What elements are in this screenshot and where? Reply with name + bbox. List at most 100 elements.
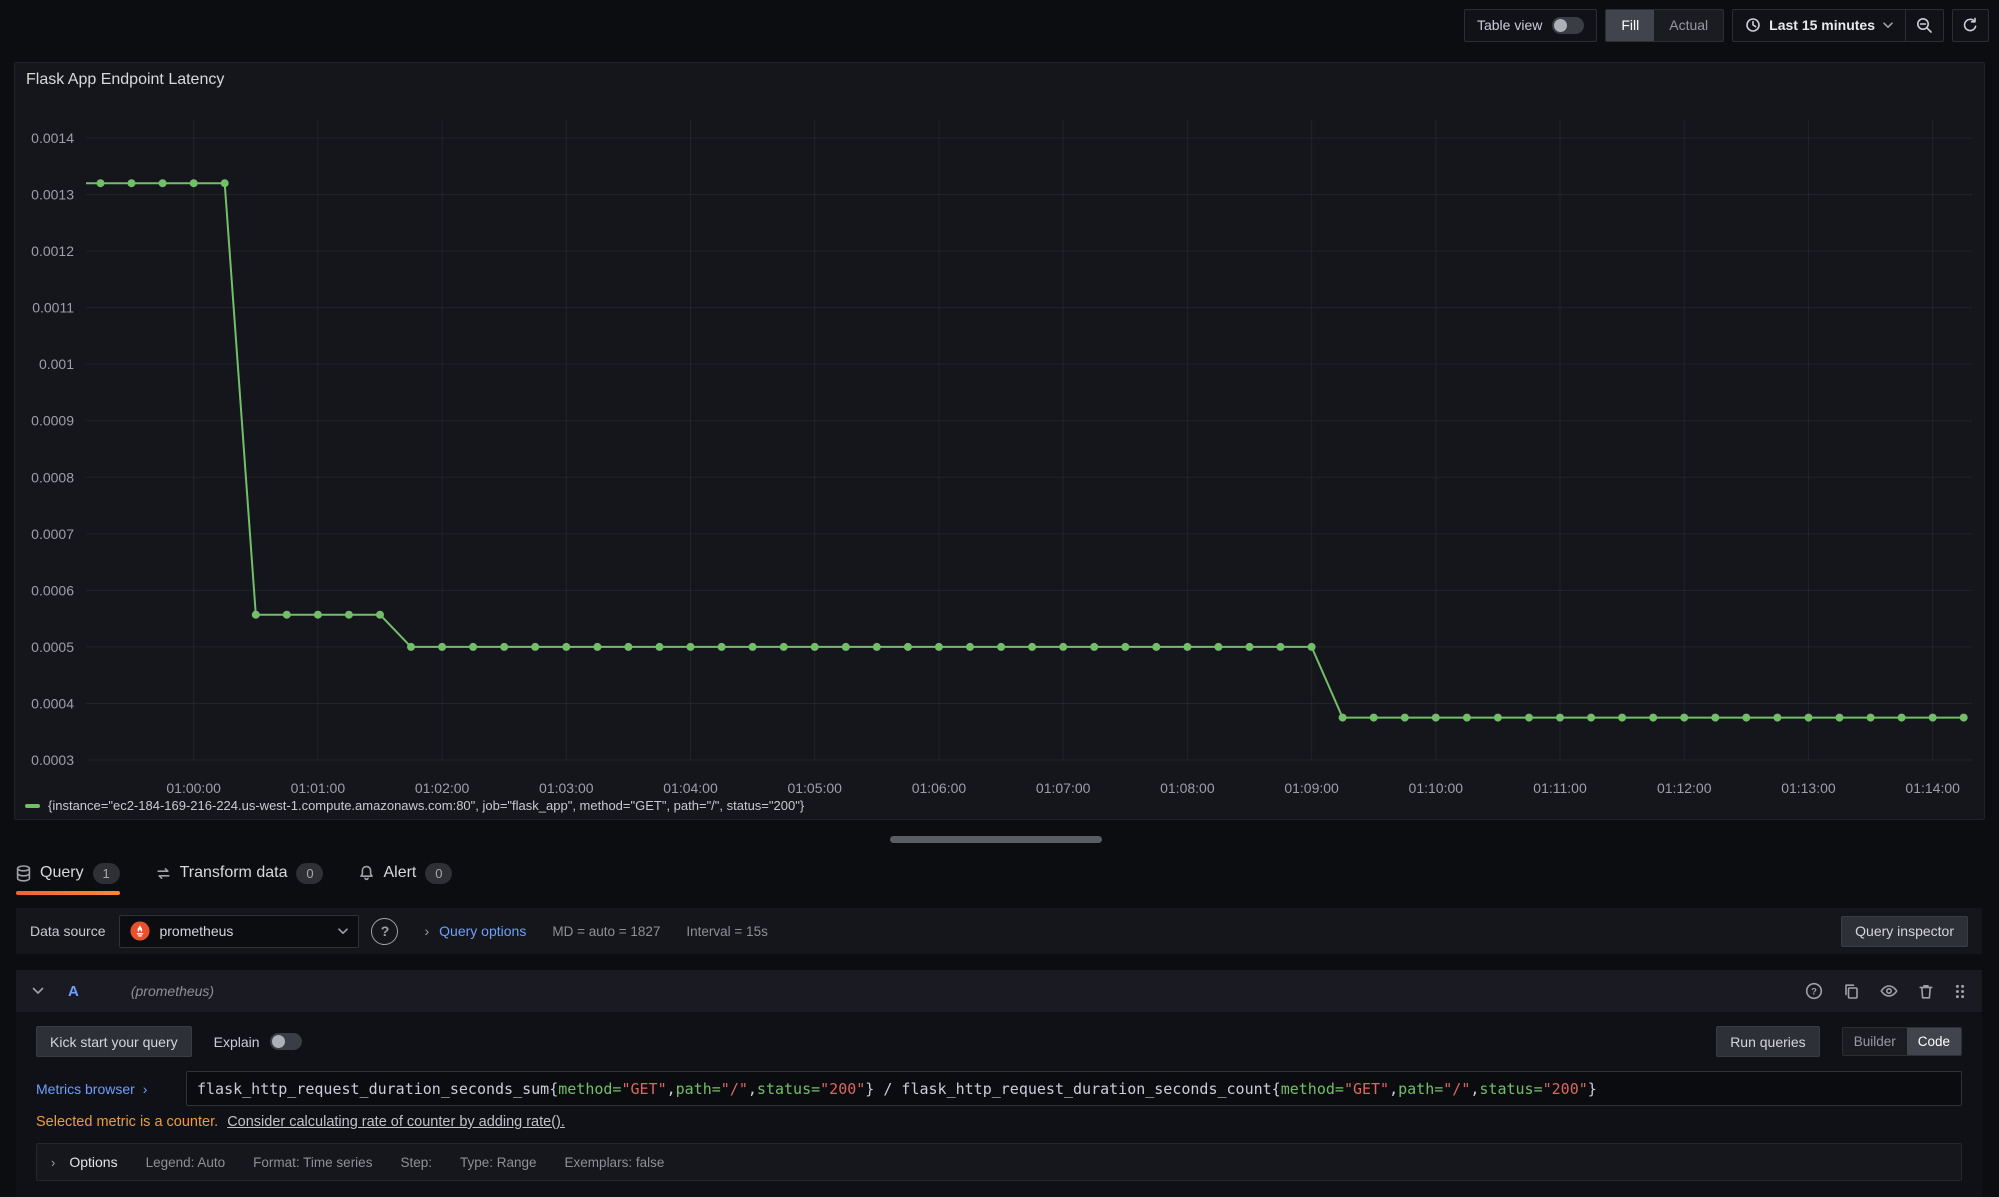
svg-text:0.0011: 0.0011 bbox=[32, 300, 74, 316]
kick-start-query-button[interactable]: Kick start your query bbox=[36, 1026, 192, 1057]
chevron-down-icon bbox=[338, 928, 348, 935]
zoom-out-button[interactable] bbox=[1905, 10, 1943, 41]
tab-alert[interactable]: Alert 0 bbox=[359, 853, 452, 893]
option-format: Format: Time series bbox=[253, 1155, 372, 1170]
help-icon: ? bbox=[1805, 982, 1823, 1000]
add-rate-hint-link[interactable]: Consider calculating rate of counter by … bbox=[227, 1114, 565, 1130]
query-inspector-button[interactable]: Query inspector bbox=[1841, 916, 1968, 947]
chevron-right-icon: › bbox=[424, 923, 429, 939]
table-view-group: Table view bbox=[1464, 9, 1597, 42]
svg-text:0.0009: 0.0009 bbox=[31, 413, 74, 429]
toggle-knob bbox=[1554, 19, 1567, 32]
builder-button[interactable]: Builder bbox=[1843, 1028, 1907, 1055]
clock-icon bbox=[1745, 17, 1761, 33]
tab-alert-label: Alert bbox=[383, 864, 416, 882]
time-range-button[interactable]: Last 15 minutes bbox=[1733, 10, 1905, 41]
refresh-icon bbox=[1962, 17, 1979, 34]
refresh-button[interactable] bbox=[1952, 9, 1989, 42]
svg-text:0.0006: 0.0006 bbox=[31, 582, 74, 598]
table-view-toggle[interactable] bbox=[1552, 17, 1584, 34]
svg-text:0.001: 0.001 bbox=[39, 356, 74, 372]
query-row-header: A (prometheus) ? bbox=[16, 970, 1982, 1012]
query-editor-section: A (prometheus) ? Kick start your query bbox=[16, 970, 1982, 1197]
svg-text:01:08:00: 01:08:00 bbox=[1160, 780, 1215, 796]
duplicate-query-button[interactable] bbox=[1843, 983, 1860, 1000]
explain-label: Explain bbox=[214, 1034, 260, 1050]
query-hint-row: Selected metric is a counter. Consider c… bbox=[36, 1114, 1962, 1130]
metrics-browser-label: Metrics browser bbox=[36, 1081, 135, 1097]
run-queries-button[interactable]: Run queries bbox=[1716, 1026, 1820, 1057]
bell-icon bbox=[359, 865, 374, 882]
svg-text:01:03:00: 01:03:00 bbox=[539, 780, 594, 796]
legend-series-marker bbox=[25, 804, 40, 808]
prometheus-icon bbox=[130, 921, 150, 941]
trash-icon bbox=[1918, 983, 1934, 1000]
legend-series-label: {instance="ec2-184-169-216-224.us-west-1… bbox=[48, 798, 804, 813]
tab-transform-label: Transform data bbox=[180, 864, 288, 882]
svg-text:0.0012: 0.0012 bbox=[31, 243, 74, 259]
svg-text:01:04:00: 01:04:00 bbox=[663, 780, 718, 796]
option-type: Type: Range bbox=[460, 1155, 537, 1170]
options-expand-toggle[interactable]: › Options bbox=[51, 1154, 118, 1170]
fill-actual-segment: Fill Actual bbox=[1605, 9, 1724, 42]
tab-transform-count: 0 bbox=[296, 863, 323, 884]
latency-chart: 0.00140.00130.00120.00110.0010.00090.000… bbox=[15, 63, 1984, 819]
query-options-toggle[interactable]: › Query options bbox=[424, 923, 526, 939]
panel-toolbar: Table view Fill Actual Last 15 minutes bbox=[1464, 8, 1989, 42]
svg-text:01:10:00: 01:10:00 bbox=[1409, 780, 1464, 796]
svg-text:01:09:00: 01:09:00 bbox=[1284, 780, 1339, 796]
fill-button[interactable]: Fill bbox=[1606, 10, 1654, 41]
chevron-down-icon bbox=[1883, 22, 1893, 29]
option-legend: Legend: Auto bbox=[146, 1155, 226, 1170]
svg-text:01:11:00: 01:11:00 bbox=[1533, 780, 1587, 796]
options-title: Options bbox=[69, 1154, 117, 1170]
svg-text:0.0003: 0.0003 bbox=[31, 752, 74, 768]
svg-text:01:06:00: 01:06:00 bbox=[912, 780, 967, 796]
drag-handle-icon bbox=[1954, 983, 1966, 1000]
datasource-help-button[interactable]: ? bbox=[371, 918, 398, 945]
metrics-browser-toggle[interactable]: Metrics browser › bbox=[36, 1081, 186, 1097]
tab-transform[interactable]: Transform data 0 bbox=[156, 853, 324, 893]
tab-query-label: Query bbox=[40, 864, 84, 882]
svg-text:0.0004: 0.0004 bbox=[31, 695, 74, 711]
svg-text:0.0007: 0.0007 bbox=[31, 526, 74, 542]
actual-button[interactable]: Actual bbox=[1654, 10, 1723, 41]
tab-query[interactable]: Query 1 bbox=[16, 853, 120, 893]
legend-item[interactable]: {instance="ec2-184-169-216-224.us-west-1… bbox=[25, 798, 804, 813]
query-options-bar: › Options Legend: Auto Format: Time seri… bbox=[36, 1143, 1962, 1181]
query-options-label: Query options bbox=[439, 923, 526, 939]
svg-text:01:01:00: 01:01:00 bbox=[291, 780, 346, 796]
builder-code-segment: Builder Code bbox=[1842, 1027, 1962, 1056]
svg-text:01:12:00: 01:12:00 bbox=[1657, 780, 1712, 796]
delete-query-button[interactable] bbox=[1918, 983, 1934, 1000]
time-range-label: Last 15 minutes bbox=[1769, 17, 1875, 33]
toggle-knob bbox=[272, 1035, 285, 1048]
promql-editor[interactable]: flask_http_request_duration_seconds_sum{… bbox=[186, 1071, 1962, 1106]
svg-text:0.0008: 0.0008 bbox=[31, 469, 74, 485]
toggle-visibility-button[interactable] bbox=[1880, 984, 1898, 998]
explain-toggle[interactable] bbox=[270, 1033, 302, 1050]
svg-text:01:00:00: 01:00:00 bbox=[166, 780, 221, 796]
query-help-button[interactable]: ? bbox=[1805, 982, 1823, 1000]
eye-icon bbox=[1880, 984, 1898, 998]
datasource-select[interactable]: prometheus bbox=[119, 915, 359, 948]
counter-warning-text: Selected metric is a counter. bbox=[36, 1114, 218, 1130]
query-ref-id: A bbox=[68, 983, 79, 1000]
svg-text:0.0013: 0.0013 bbox=[31, 187, 74, 203]
query-row-body: Kick start your query Explain Run querie… bbox=[16, 1012, 1982, 1197]
tab-query-count: 1 bbox=[93, 863, 120, 884]
horizontal-scrollbar[interactable] bbox=[890, 836, 1102, 843]
svg-text:01:05:00: 01:05:00 bbox=[787, 780, 842, 796]
code-button[interactable]: Code bbox=[1907, 1028, 1961, 1055]
query-row-actions: ? bbox=[1805, 982, 1966, 1000]
svg-text:01:14:00: 01:14:00 bbox=[1905, 780, 1960, 796]
max-datapoints-text: MD = auto = 1827 bbox=[552, 924, 660, 939]
transform-icon bbox=[156, 866, 171, 881]
drag-query-handle[interactable] bbox=[1954, 983, 1966, 1000]
database-icon bbox=[16, 865, 31, 882]
svg-text:01:07:00: 01:07:00 bbox=[1036, 780, 1091, 796]
collapse-chevron-icon[interactable] bbox=[32, 987, 44, 995]
tab-alert-count: 0 bbox=[425, 863, 452, 884]
datasource-value: prometheus bbox=[159, 923, 329, 939]
query-datasource-hint: (prometheus) bbox=[131, 983, 214, 999]
